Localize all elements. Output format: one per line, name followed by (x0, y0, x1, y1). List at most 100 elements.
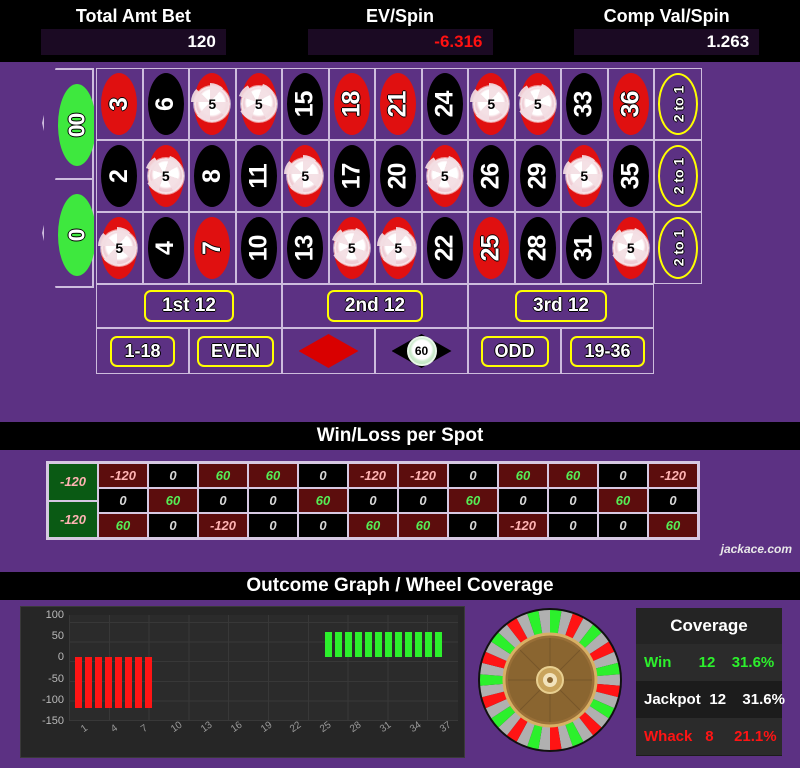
bet-spot-36[interactable]: 36 (607, 68, 654, 140)
chart-bar (344, 631, 352, 658)
outside-bet-red[interactable] (282, 328, 375, 374)
chart-y-tick-label: -50 (48, 672, 64, 685)
bet-chip[interactable]: 60 (406, 336, 437, 366)
dozen-bet-3[interactable]: 3rd 12 (468, 284, 654, 328)
bet-spot-14[interactable]: 145 (282, 140, 329, 212)
winloss-cell-r0-c3: 60 (248, 463, 298, 488)
stats-header: Total Amt Bet 120 EV/Spin -6.316 Comp Val/Sp… (0, 0, 800, 62)
bet-spot-16[interactable]: 165 (328, 212, 375, 284)
winloss-cell-r2-c2: -120 (198, 513, 248, 538)
stat-value-box: -6.316 (307, 29, 493, 55)
bet-spot-11[interactable]: 11 (235, 140, 282, 212)
winloss-cell-r1-c7: 60 (448, 488, 498, 513)
coverage-name: Jackpot (644, 691, 701, 708)
bet-spot-15[interactable]: 15 (282, 68, 329, 140)
outside-bet-odd[interactable]: ODD (468, 328, 561, 374)
stat-label: Total Amt Bet (75, 6, 191, 26)
bet-chip[interactable]: 5 (563, 155, 603, 194)
bet-spot-20[interactable]: 20 (375, 140, 422, 212)
bet-spot-9[interactable]: 95 (189, 68, 236, 140)
number-oval: 31 (566, 217, 603, 279)
chart-x-tick-label: 4 (108, 722, 120, 736)
chart-bar (334, 631, 342, 658)
bet-chip[interactable]: 5 (98, 227, 138, 266)
coverage-count: 8 (705, 728, 714, 745)
bet-spot-5[interactable]: 55 (142, 140, 189, 212)
bet-spot-1[interactable]: 15 (96, 212, 143, 284)
bet-spot-17[interactable]: 17 (328, 140, 375, 212)
bet-spot-8[interactable]: 8 (189, 140, 236, 212)
bet-chip[interactable]: 5 (426, 158, 463, 194)
bet-spot-23[interactable]: 235 (421, 140, 468, 212)
dozen-bet-2[interactable]: 2nd 12 (282, 284, 468, 328)
bet-spot-30[interactable]: 305 (514, 68, 561, 140)
bet-chip[interactable]: 5 (377, 227, 417, 266)
bet-spot-35[interactable]: 35 (607, 140, 654, 212)
bet-spot-00[interactable]: 00 (42, 68, 94, 178)
bet-chip[interactable]: 5 (612, 230, 649, 266)
winloss-cell-r1-c2: 0 (198, 488, 248, 513)
winloss-cell-r1-c11: 0 (648, 488, 698, 513)
bet-spot-29[interactable]: 29 (514, 140, 561, 212)
roulette-wheel-icon (478, 608, 622, 752)
winloss-cell-r1-c3: 0 (248, 488, 298, 513)
chart-x-tick-label: 31 (378, 719, 394, 736)
bet-spot-18[interactable]: 18 (328, 68, 375, 140)
wheel-segment (480, 674, 504, 686)
chart-x-tick-label: 37 (438, 719, 454, 736)
bet-spot-6[interactable]: 6 (142, 68, 189, 140)
dozen-bet-1[interactable]: 1st 12 (96, 284, 282, 328)
bet-spot-2[interactable]: 2 (96, 140, 143, 212)
bet-spot-3[interactable]: 3 (96, 68, 143, 140)
column-bet-2[interactable]: 2 to 1 (654, 140, 702, 212)
chart-bar (125, 657, 133, 709)
outside-bet-1-18[interactable]: 1-18 (96, 328, 189, 374)
number-oval: 17 (333, 145, 370, 207)
winloss-grid: -120 0 60 60 0 -120 -120 0 60 60 0 -120 0 60 0 0 60 0 0 60 0… (98, 463, 698, 538)
bet-chip[interactable]: 5 (284, 155, 324, 194)
winloss-cell-r1-c8: 0 (498, 488, 548, 513)
outside-bet-19-36[interactable]: 19-36 (561, 328, 654, 374)
column-bet-label: 2 to 1 (670, 229, 687, 267)
chip-value: 5 (301, 168, 310, 184)
bet-spot-24[interactable]: 24 (421, 68, 468, 140)
coverage-row-jackpot: Jackpot 12 31.6% (636, 681, 785, 718)
bet-spot-12[interactable]: 125 (235, 68, 282, 140)
column-bet-3[interactable]: 2 to 1 (654, 212, 702, 284)
bet-chip[interactable]: 5 (519, 86, 556, 122)
bet-spot-32[interactable]: 325 (561, 140, 608, 212)
column-bet-1[interactable]: 2 to 1 (654, 68, 702, 140)
winloss-cell-r0-c7: 0 (448, 463, 498, 488)
chart-bar (394, 631, 402, 658)
outside-bet-even[interactable]: EVEN (189, 328, 282, 374)
bet-chip[interactable]: 5 (333, 230, 370, 266)
bet-chip[interactable]: 5 (470, 83, 510, 122)
bet-spot-19[interactable]: 195 (375, 212, 422, 284)
bet-spot-25[interactable]: 25 (468, 212, 515, 284)
bet-spot-13[interactable]: 13 (282, 212, 329, 284)
bet-spot-31[interactable]: 31 (561, 212, 608, 284)
bet-spot-21[interactable]: 21 (375, 68, 422, 140)
bet-spot-0[interactable]: 0 (42, 178, 94, 288)
chart-bar (414, 631, 422, 658)
bet-chip[interactable]: 5 (240, 86, 277, 122)
bet-spot-34[interactable]: 345 (607, 212, 654, 284)
bet-spot-28[interactable]: 28 (514, 212, 561, 284)
number-label: 22 (430, 235, 459, 261)
bet-spot-26[interactable]: 26 (468, 140, 515, 212)
chart-y-tick-label: 0 (57, 651, 64, 664)
bet-spot-7[interactable]: 7 (189, 212, 236, 284)
bet-spot-33[interactable]: 33 (561, 68, 608, 140)
outside-bet-label: EVEN (196, 335, 275, 367)
chart-bar (105, 657, 113, 709)
bet-spot-22[interactable]: 22 (421, 212, 468, 284)
number-label: 7 (197, 241, 226, 255)
number-oval: 18 (333, 73, 370, 135)
chip-value: 5 (208, 96, 217, 112)
bet-spot-27[interactable]: 275 (468, 68, 515, 140)
bet-chip[interactable]: 5 (147, 158, 184, 194)
outside-bet-black[interactable]: 60 (375, 328, 468, 374)
bet-spot-4[interactable]: 4 (142, 212, 189, 284)
bet-spot-10[interactable]: 10 (235, 212, 282, 284)
bet-chip[interactable]: 5 (191, 83, 231, 122)
